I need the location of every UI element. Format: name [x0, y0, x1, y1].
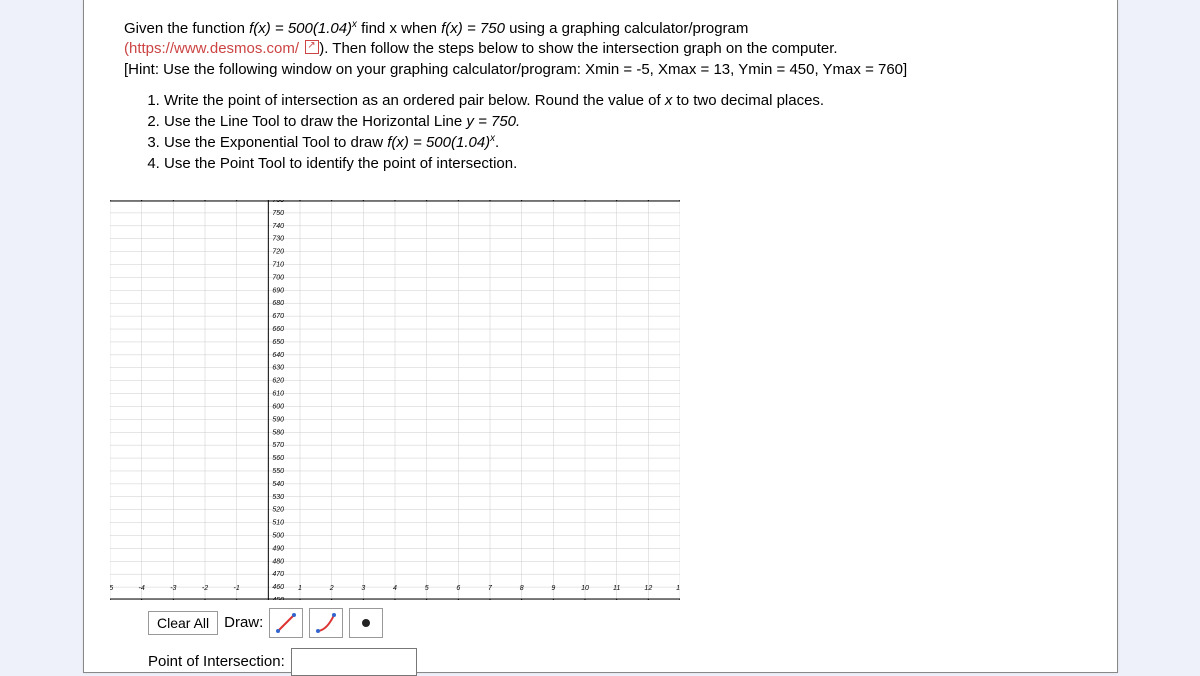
svg-text:540: 540 — [272, 481, 284, 488]
prompt-text: using a graphing calculator/program — [505, 20, 748, 37]
svg-text:11: 11 — [613, 585, 620, 592]
svg-text:470: 470 — [272, 571, 284, 578]
step-text: Write the point of intersection as an or… — [164, 92, 665, 109]
answer-row: Point of Intersection: — [148, 648, 1077, 676]
toolbar: Clear All Draw: — [148, 608, 1077, 638]
step-eq: y = 750. — [466, 113, 520, 130]
svg-text:560: 560 — [272, 455, 284, 462]
svg-text:-2: -2 — [202, 585, 208, 592]
svg-text:460: 460 — [272, 584, 284, 591]
hint-text: [Hint: Use the following window on your … — [124, 61, 907, 78]
svg-text:500: 500 — [272, 532, 284, 539]
step-text: to two decimal places. — [672, 92, 824, 109]
exponential-tool-button[interactable] — [309, 608, 343, 638]
step-2: Use the Line Tool to draw the Horizontal… — [164, 111, 1077, 132]
step-3: Use the Exponential Tool to draw f(x) = … — [164, 132, 1077, 153]
link-text: (https://www.desmos.com/ — [124, 40, 299, 57]
desmos-link[interactable]: (https://www.desmos.com/ — [124, 40, 319, 57]
svg-text:7: 7 — [488, 585, 493, 592]
svg-text:-3: -3 — [170, 585, 176, 592]
prompt-text: Given the function — [124, 20, 249, 37]
point-tool-button[interactable] — [349, 608, 383, 638]
svg-text:720: 720 — [272, 248, 284, 255]
svg-text:-1: -1 — [234, 585, 240, 592]
svg-text:13: 13 — [676, 585, 680, 592]
svg-text:530: 530 — [272, 494, 284, 501]
svg-text:620: 620 — [272, 377, 284, 384]
svg-text:600: 600 — [272, 403, 284, 410]
svg-text:-5: -5 — [110, 585, 113, 592]
point-tool-icon — [355, 612, 377, 634]
prompt-text: ). Then follow the steps below to show t… — [319, 40, 837, 57]
svg-text:9: 9 — [551, 585, 555, 592]
svg-text:750: 750 — [272, 210, 284, 217]
svg-text:740: 740 — [272, 223, 284, 230]
svg-text:760: 760 — [272, 200, 284, 204]
svg-text:710: 710 — [272, 261, 284, 268]
clear-all-button[interactable]: Clear All — [148, 611, 218, 635]
svg-text:5: 5 — [425, 585, 429, 592]
prompt-text: find x when — [357, 20, 441, 37]
svg-text:650: 650 — [272, 339, 284, 346]
svg-text:590: 590 — [272, 416, 284, 423]
function-def: f(x) = 500(1.04) — [249, 20, 352, 37]
graph-canvas[interactable]: -5-4-3-2-1123456789101112134504604704804… — [110, 200, 680, 600]
svg-text:3: 3 — [361, 585, 365, 592]
svg-text:490: 490 — [272, 545, 284, 552]
line-tool-icon — [275, 612, 297, 634]
question-prompt: Given the function f(x) = 500(1.04)x fin… — [124, 18, 1077, 80]
svg-text:580: 580 — [272, 429, 284, 436]
svg-text:10: 10 — [581, 585, 589, 592]
svg-text:680: 680 — [272, 300, 284, 307]
svg-text:660: 660 — [272, 326, 284, 333]
svg-text:450: 450 — [272, 597, 284, 600]
svg-text:610: 610 — [272, 390, 284, 397]
svg-text:1: 1 — [298, 585, 302, 592]
svg-text:640: 640 — [272, 352, 284, 359]
exponential-tool-icon — [315, 612, 337, 634]
svg-text:12: 12 — [644, 585, 652, 592]
svg-text:2: 2 — [329, 585, 334, 592]
svg-text:4: 4 — [393, 585, 397, 592]
svg-text:690: 690 — [272, 287, 284, 294]
step-text: Use the Exponential Tool to draw — [164, 134, 387, 151]
svg-text:550: 550 — [272, 468, 284, 475]
svg-text:6: 6 — [456, 585, 460, 592]
svg-text:730: 730 — [272, 235, 284, 242]
chart-svg: -5-4-3-2-1123456789101112134504604704804… — [110, 200, 680, 600]
intersection-input[interactable] — [291, 648, 417, 676]
svg-text:510: 510 — [272, 519, 284, 526]
svg-text:670: 670 — [272, 313, 284, 320]
step-4: Use the Point Tool to identify the point… — [164, 153, 1077, 174]
target-eq: f(x) = 750 — [441, 20, 505, 37]
external-link-icon — [305, 40, 319, 54]
svg-text:8: 8 — [520, 585, 524, 592]
step-fn: f(x) = 500(1.04) — [387, 134, 490, 151]
svg-text:570: 570 — [272, 442, 284, 449]
draw-label: Draw: — [224, 614, 263, 631]
svg-text:-4: -4 — [139, 585, 145, 592]
svg-text:630: 630 — [272, 364, 284, 371]
steps-list: Write the point of intersection as an or… — [164, 90, 1077, 174]
svg-text:480: 480 — [272, 558, 284, 565]
svg-text:700: 700 — [272, 274, 284, 281]
step-text: . — [495, 134, 499, 151]
step-text: Use the Line Tool to draw the Horizontal… — [164, 113, 466, 130]
line-tool-button[interactable] — [269, 608, 303, 638]
svg-text:520: 520 — [272, 506, 284, 513]
answer-label: Point of Intersection: — [148, 653, 285, 670]
step-1: Write the point of intersection as an or… — [164, 90, 1077, 111]
